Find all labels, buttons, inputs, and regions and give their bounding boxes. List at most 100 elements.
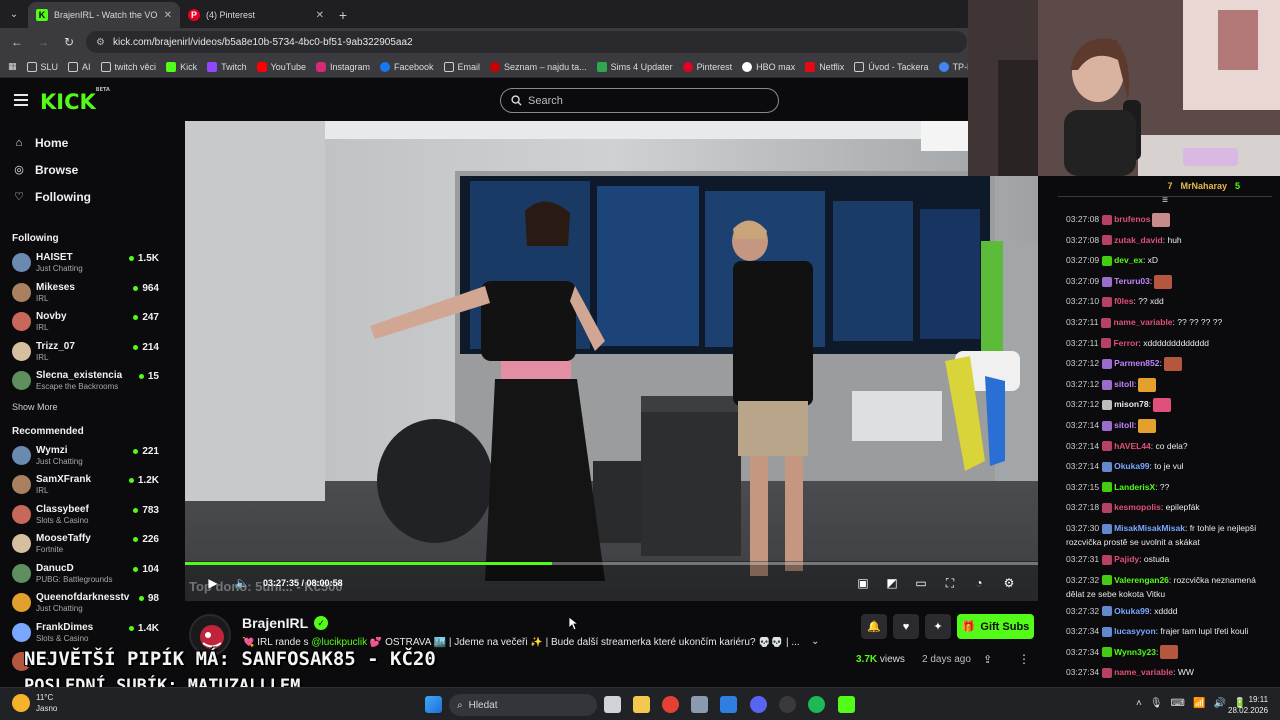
chat-username[interactable]: Pajidy xyxy=(1114,554,1139,564)
sidebar-channel[interactable]: FrankDimes Slots & Casino 1.4K xyxy=(0,618,170,648)
chat-username[interactable]: Parmen852 xyxy=(1114,358,1159,368)
app-icon[interactable] xyxy=(779,696,796,713)
microphone-icon[interactable]: 🎙 xyxy=(1150,698,1163,709)
share-icon[interactable]: ⇪ xyxy=(983,653,992,666)
chat-username[interactable]: Teruru03 xyxy=(1114,276,1150,286)
nav-following[interactable]: ♡ Following xyxy=(0,183,170,210)
volume-icon[interactable]: 🔈 xyxy=(234,575,250,591)
kick-logo[interactable]: KICKBETA xyxy=(40,87,110,114)
chat-username[interactable]: sitoll xyxy=(1114,420,1134,430)
tab-kick[interactable]: K BrajenIRL - Watch the VOD on Kick ✕ xyxy=(28,2,180,28)
reload-icon[interactable]: ↻ xyxy=(60,33,78,51)
miniplayer-icon[interactable]: ▣ xyxy=(855,575,871,591)
sidebar-channel[interactable]: HAISET Just Chatting 1.5K xyxy=(0,248,170,278)
sidebar-channel[interactable]: Novby IRL 247 xyxy=(0,307,170,337)
bookmark-kick[interactable]: Kick xyxy=(166,61,197,72)
bookmark-hbo[interactable]: HBO max xyxy=(742,61,795,72)
sidebar-channel[interactable]: Classybeef Slots & Casino 783 xyxy=(0,500,170,530)
file-explorer-icon[interactable] xyxy=(633,696,650,713)
notifications-button[interactable]: 🔔 xyxy=(861,614,887,639)
theatre-mode-icon[interactable]: ▭ xyxy=(913,575,929,591)
follow-button[interactable]: ♥ xyxy=(893,614,919,639)
video-player[interactable]: Top dono: 5uni... - Kč500 ▶ 🔈 03:27:35 /… xyxy=(185,121,1038,601)
chat-username[interactable]: Okuka99 xyxy=(1114,461,1149,471)
bookmark-twitch[interactable]: Twitch xyxy=(207,61,247,72)
chrome-icon[interactable] xyxy=(662,696,679,713)
clip-icon[interactable]: ◩ xyxy=(884,575,900,591)
clock[interactable]: 19:11 28.02.2026 xyxy=(1228,694,1268,716)
bookmark-seznam[interactable]: Seznam – najdu ta... xyxy=(490,61,587,72)
settings-icon[interactable]: ⚙ xyxy=(1001,575,1017,591)
play-icon[interactable]: ▶ xyxy=(205,575,221,591)
bookmark-tackera[interactable]: Úvod - Tackera xyxy=(854,61,929,72)
streamer-name[interactable]: BrajenIRL ✓ xyxy=(242,615,329,631)
chat-username[interactable]: dev_ex xyxy=(1114,255,1143,265)
sidebar-channel[interactable]: Queenofdarknesstv Just Chatting 98 xyxy=(0,588,170,618)
chat-username[interactable]: lucasyyon xyxy=(1114,626,1156,636)
windows-start-icon[interactable] xyxy=(425,696,442,713)
title-mention[interactable]: @lucikpuclik xyxy=(311,637,367,648)
chat-username[interactable]: Ferror xyxy=(1113,338,1138,348)
chat-username[interactable]: brufenos xyxy=(1114,214,1150,224)
bookmark-sims[interactable]: Sims 4 Updater xyxy=(596,61,673,72)
site-info-icon[interactable]: ⚙ xyxy=(96,37,105,48)
chat-username[interactable]: zutak_david xyxy=(1114,235,1163,245)
kick-app-icon[interactable] xyxy=(838,696,855,713)
weather-widget[interactable]: 11°C Jasno xyxy=(12,692,57,714)
apps-icon[interactable]: ▦ xyxy=(8,61,17,72)
new-tab-button[interactable]: + xyxy=(332,2,354,28)
back-icon[interactable]: ← xyxy=(8,33,26,51)
bookmark-folder[interactable]: AI xyxy=(68,61,91,72)
bookmark-email[interactable]: Email xyxy=(443,61,480,72)
tab-pinterest[interactable]: P (4) Pinterest ✕ xyxy=(180,2,332,28)
forward-icon[interactable]: → xyxy=(34,33,52,51)
language-icon[interactable]: ⌨ xyxy=(1171,698,1185,709)
chevron-up-icon[interactable]: ˄ xyxy=(1136,698,1142,709)
sparkle-button[interactable]: ✦ xyxy=(925,614,951,639)
url-field[interactable]: ⚙ kick.com/brajenirl/videos/b5a8e10b-573… xyxy=(86,31,967,53)
chat-username[interactable]: mison78 xyxy=(1114,399,1149,409)
sidebar-channel[interactable]: DanucD PUBG: Battlegrounds 104 xyxy=(0,559,170,589)
photos-icon[interactable] xyxy=(720,696,737,713)
settings-app-icon[interactable] xyxy=(691,696,708,713)
more-options-icon[interactable]: ⋮ xyxy=(1018,652,1030,666)
chat-username[interactable]: MisakMisakMisak xyxy=(1114,523,1185,533)
chat-username[interactable]: sitoll xyxy=(1114,379,1134,389)
close-icon[interactable]: ✕ xyxy=(316,10,324,21)
bookmark-folder[interactable]: SLU xyxy=(26,61,58,72)
tab-search-button[interactable]: ⌄ xyxy=(0,0,28,28)
sidebar-channel[interactable]: Trizz_07 IRL 214 xyxy=(0,337,170,367)
bookmark-youtube[interactable]: YouTube xyxy=(256,61,306,72)
chat-username[interactable]: LanderisX xyxy=(1114,482,1155,492)
search-input[interactable] xyxy=(528,94,758,107)
chat-username[interactable]: hAVEL44 xyxy=(1114,441,1151,451)
discord-icon[interactable] xyxy=(750,696,767,713)
bookmark-instagram[interactable]: Instagram xyxy=(315,61,370,72)
chat-username[interactable]: f0les xyxy=(1114,296,1133,306)
sidebar-channel[interactable]: SamXFrank IRL 1.2K xyxy=(0,470,170,500)
wifi-icon[interactable]: 📶 xyxy=(1193,698,1205,709)
taskbar-search[interactable]: ⌕ Hledat xyxy=(449,694,597,716)
sidebar-channel[interactable]: Wymzi Just Chatting 221 xyxy=(0,441,170,471)
show-more-link[interactable]: Show More xyxy=(0,402,170,412)
video-progress-bar[interactable] xyxy=(185,562,1038,565)
fullscreen-icon[interactable]: ⛶ xyxy=(942,575,958,591)
chat-username[interactable]: name_variable xyxy=(1113,317,1172,327)
search-box[interactable] xyxy=(500,88,779,113)
speed-icon[interactable]: ◔ xyxy=(971,575,987,591)
bookmark-folder[interactable]: twitch věci xyxy=(100,61,156,72)
bookmark-pinterest[interactable]: Pinterest xyxy=(682,61,732,72)
bookmark-facebook[interactable]: Facebook xyxy=(380,61,434,72)
nav-home[interactable]: ⌂ Home xyxy=(0,129,170,156)
chat-username[interactable]: Okuka99 xyxy=(1114,606,1149,616)
pin-icon[interactable]: ≡ xyxy=(1050,196,1280,206)
sidebar-channel[interactable]: MooseTaffy Fortnite 226 xyxy=(0,529,170,559)
task-view-icon[interactable] xyxy=(604,696,621,713)
spotify-icon[interactable] xyxy=(808,696,825,713)
chevron-down-icon[interactable]: ⌄ xyxy=(811,636,819,647)
sidebar-channel[interactable]: Slecna_existencia Escape the Backrooms 15 xyxy=(0,366,170,396)
chat-username[interactable]: kesmopolis xyxy=(1114,502,1161,512)
nav-browse[interactable]: ◎ Browse xyxy=(0,156,170,183)
menu-icon[interactable] xyxy=(14,94,28,106)
sidebar-channel[interactable]: Mikeses IRL 964 xyxy=(0,278,170,308)
